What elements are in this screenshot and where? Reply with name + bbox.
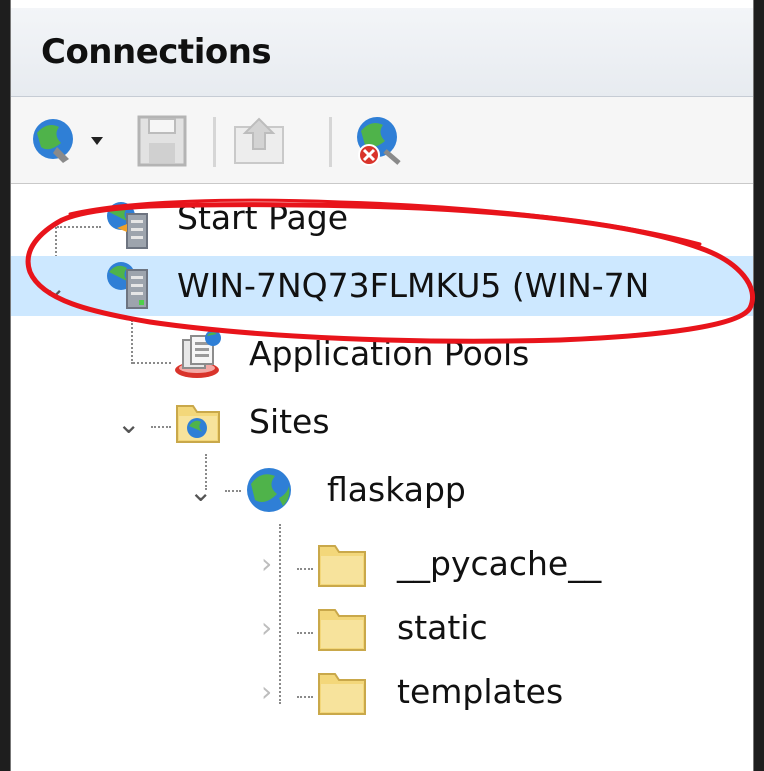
tree-item-templates[interactable]: › templates (11, 662, 753, 722)
globe-disconnect-icon (357, 117, 401, 166)
chevron-right-icon[interactable]: › (261, 550, 289, 578)
save-icon (137, 115, 187, 167)
app-pools-icon (175, 330, 221, 378)
disconnect-button[interactable] (345, 113, 415, 169)
tree-item-label: Application Pools (249, 334, 530, 373)
tree-item-flaskapp[interactable]: ⌄ flaskapp (11, 460, 753, 520)
tree-item-pycache[interactable]: › __pycache__ (11, 534, 753, 594)
connections-tree: Start Page ⌄ WIN-7NQ73FLMKU5 (WIN-7N App… (11, 184, 753, 771)
globe-icon (247, 468, 291, 512)
server-icon (107, 262, 148, 309)
tree-item-server[interactable]: ⌄ WIN-7NQ73FLMKU5 (WIN-7N (11, 256, 753, 316)
connect-button[interactable] (27, 113, 117, 169)
sites-folder-icon (176, 405, 220, 443)
tree-item-label: static (397, 608, 488, 647)
chevron-right-icon[interactable]: › (261, 614, 289, 642)
tree-item-label: Sites (249, 402, 330, 441)
start-page-icon (107, 202, 148, 249)
tree-item-application-pools[interactable]: Application Pools (11, 324, 753, 384)
folder-icon (318, 545, 366, 587)
tree-item-start-page[interactable]: Start Page (11, 196, 753, 256)
save-button[interactable] (135, 113, 189, 169)
toolbar-separator (329, 117, 332, 167)
connections-panel: Connections Start Page ⌄ WIN-7NQ73FLMKU5… (10, 0, 754, 771)
chevron-right-icon[interactable]: › (261, 678, 289, 706)
folder-icon (318, 673, 366, 715)
tree-item-label: templates (397, 672, 564, 711)
chevron-down-icon[interactable]: ⌄ (117, 410, 145, 438)
tree-item-label: Start Page (177, 198, 348, 237)
chevron-down-icon[interactable]: ⌄ (43, 274, 71, 302)
panel-title: Connections (41, 32, 272, 72)
tree-item-label: __pycache__ (397, 544, 602, 583)
tree-item-static[interactable]: › static (11, 598, 753, 658)
panel-header: Connections (11, 8, 753, 97)
chevron-down-icon[interactable]: ⌄ (189, 478, 217, 506)
tree-item-sites[interactable]: ⌄ Sites (11, 392, 753, 452)
tree-item-label: WIN-7NQ73FLMKU5 (WIN-7N (177, 266, 650, 305)
folder-icon (318, 609, 366, 651)
connections-toolbar (11, 97, 753, 184)
toolbar-separator (213, 117, 216, 167)
globe-connect-icon (33, 119, 103, 163)
up-folder-icon (234, 117, 284, 164)
up-button[interactable] (229, 113, 291, 169)
tree-item-label: flaskapp (327, 470, 466, 509)
